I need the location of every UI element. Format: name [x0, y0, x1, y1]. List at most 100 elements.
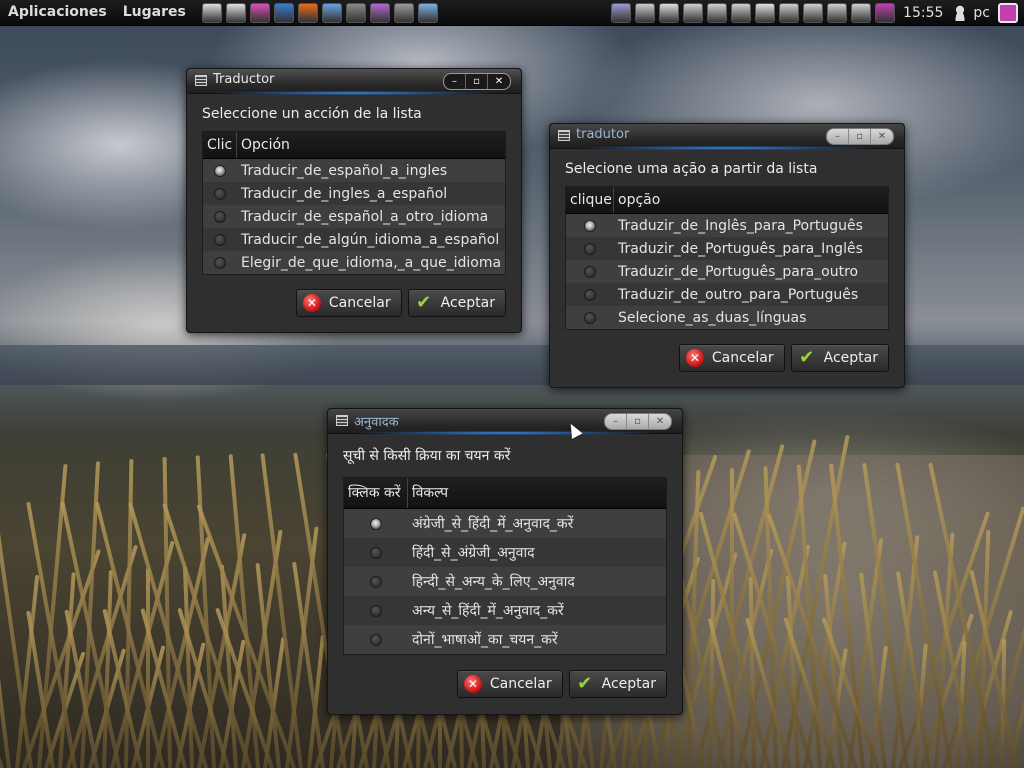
accept-button[interactable]: ✔ Aceptar	[568, 670, 667, 698]
radio-button[interactable]	[584, 242, 596, 255]
minimize-button[interactable]: –	[605, 414, 627, 429]
maximize-button[interactable]: ▫	[849, 129, 871, 144]
session-icon[interactable]	[875, 2, 896, 23]
minimize-button[interactable]: –	[827, 129, 849, 144]
shield-icon[interactable]	[321, 2, 342, 23]
network-share-icon[interactable]	[417, 2, 438, 23]
window-menu-icon[interactable]	[336, 415, 348, 426]
maximize-button[interactable]: ▫	[466, 74, 488, 89]
list-item[interactable]: Selecione_as_duas_línguas	[566, 306, 888, 329]
mail-icon[interactable]	[779, 2, 800, 23]
dialog-prompt: Selecione uma ação a partir da lista	[565, 161, 818, 177]
radio-button[interactable]	[584, 219, 596, 232]
radio-button[interactable]	[214, 210, 226, 223]
color-picker-icon[interactable]	[249, 2, 270, 23]
menu-applications[interactable]: Aplicaciones	[0, 0, 115, 25]
media-icon[interactable]	[393, 2, 414, 23]
radio-cell	[344, 546, 408, 559]
button-bar: ✕ Cancelar ✔ Aceptar	[295, 289, 506, 317]
app-icon[interactable]	[755, 2, 776, 23]
user-name[interactable]: pc	[973, 5, 990, 21]
radio-button[interactable]	[584, 311, 596, 324]
list-item[interactable]: Traduzir_de_Português_para_Inglês	[566, 237, 888, 260]
radio-button[interactable]	[370, 517, 382, 530]
radio-button[interactable]	[370, 546, 382, 559]
cancel-button[interactable]: ✕ Cancelar	[456, 670, 563, 698]
list-item[interactable]: Traduzir_de_Inglês_para_Português	[566, 214, 888, 237]
list-item[interactable]: Traducir_de_algún_idioma_a_español	[203, 228, 505, 251]
list-item[interactable]: Elegir_de_que_idioma,_a_que_idioma	[203, 251, 505, 274]
network-icon[interactable]	[803, 2, 824, 23]
window-menu-icon[interactable]	[195, 75, 207, 86]
list-item[interactable]: Traducir_de_ingles_a_español	[203, 182, 505, 205]
folder-icon[interactable]	[659, 2, 680, 23]
option-label: Traduzir_de_Português_para_Inglês	[618, 240, 863, 257]
radio-button[interactable]	[214, 233, 226, 246]
column-header-option[interactable]: Opción	[237, 132, 290, 158]
list-item[interactable]: Traducir_de_español_a_otro_idioma	[203, 205, 505, 228]
column-header-option[interactable]: विकल्प	[408, 478, 448, 508]
list-item[interactable]: Traduzir_de_outro_para_Português	[566, 283, 888, 306]
radio-button[interactable]	[370, 633, 382, 646]
user-icon[interactable]	[851, 2, 872, 23]
firefox-icon[interactable]	[297, 2, 318, 23]
close-button[interactable]: ✕	[871, 129, 893, 144]
option-label: Traducir_de_ingles_a_español	[241, 185, 448, 202]
window-titlebar[interactable]: अनुवादक – ▫ ✕	[328, 409, 682, 435]
radio-button[interactable]	[214, 256, 226, 269]
window-titlebar[interactable]: tradutor – ▫ ✕	[550, 124, 904, 150]
column-header-click[interactable]: क्लिक करें	[344, 478, 408, 508]
radio-cell	[344, 633, 408, 646]
radio-button[interactable]	[370, 575, 382, 588]
options-list: Clic Opción Traducir_de_español_a_ingles…	[202, 131, 506, 275]
checkmark-icon: ✔	[577, 673, 593, 694]
list-item[interactable]: हिंदी_से_अंग्रेजी_अनुवाद	[344, 538, 666, 567]
radio-cell	[566, 288, 614, 301]
close-button[interactable]: ✕	[649, 414, 671, 429]
accept-button[interactable]: ✔ Aceptar	[407, 289, 506, 317]
list-item[interactable]: अन्य_से_हिंदी_में_अनुवाद_करें	[344, 596, 666, 625]
archive-icon[interactable]	[683, 2, 704, 23]
list-item[interactable]: Traduzir_de_Português_para_outro	[566, 260, 888, 283]
button-bar: ✕ Cancelar ✔ Aceptar	[456, 670, 667, 698]
accept-label: Aceptar	[440, 295, 495, 311]
column-header-option[interactable]: opção	[614, 187, 660, 213]
radio-button[interactable]	[214, 164, 226, 177]
menu-places[interactable]: Lugares	[115, 0, 194, 25]
maximize-button[interactable]: ▫	[627, 414, 649, 429]
window-titlebar[interactable]: Traductor – ▫ ✕	[187, 69, 521, 95]
cancel-button[interactable]: ✕ Cancelar	[678, 344, 785, 372]
checkmark-icon: ✔	[416, 292, 432, 313]
text-editor-icon[interactable]	[201, 2, 222, 23]
user-avatar-icon[interactable]	[953, 4, 968, 21]
display-icon[interactable]	[731, 2, 752, 23]
accept-button[interactable]: ✔ Aceptar	[790, 344, 889, 372]
radio-button[interactable]	[370, 604, 382, 617]
office-doc-icon[interactable]	[225, 2, 246, 23]
option-label: Elegir_de_que_idioma,_a_que_idioma	[241, 254, 502, 271]
list-item[interactable]: दोनों_भाषाओं_का_चयन_करें	[344, 625, 666, 654]
list-item[interactable]: अंग्रेजी_से_हिंदी_में_अनुवाद_करें	[344, 509, 666, 538]
dictionary-icon[interactable]	[273, 2, 294, 23]
mail-notify-icon[interactable]	[611, 2, 632, 23]
terminal-icon[interactable]	[635, 2, 656, 23]
minimize-button[interactable]: –	[444, 74, 466, 89]
options-list: clique opção Traduzir_de_Inglês_para_Por…	[565, 186, 889, 330]
close-button[interactable]: ✕	[488, 74, 510, 89]
terminal-screen-icon[interactable]	[345, 2, 366, 23]
radio-button[interactable]	[584, 265, 596, 278]
radio-cell	[566, 242, 614, 255]
column-header-click[interactable]: clique	[566, 187, 614, 213]
window-menu-icon[interactable]	[558, 130, 570, 141]
cancel-button[interactable]: ✕ Cancelar	[295, 289, 402, 317]
list-item[interactable]: Traducir_de_español_a_ingles	[203, 159, 505, 182]
monitor-color-icon[interactable]	[707, 2, 728, 23]
photo-viewer-icon[interactable]	[369, 2, 390, 23]
clock[interactable]: 15:55	[903, 5, 943, 21]
column-header-click[interactable]: Clic	[203, 132, 237, 158]
volume-icon[interactable]	[827, 2, 848, 23]
radio-button[interactable]	[214, 187, 226, 200]
list-item[interactable]: हिन्दी_से_अन्य_के_लिए_अनुवाद	[344, 567, 666, 596]
session-menu-icon[interactable]	[998, 2, 1018, 23]
radio-button[interactable]	[584, 288, 596, 301]
